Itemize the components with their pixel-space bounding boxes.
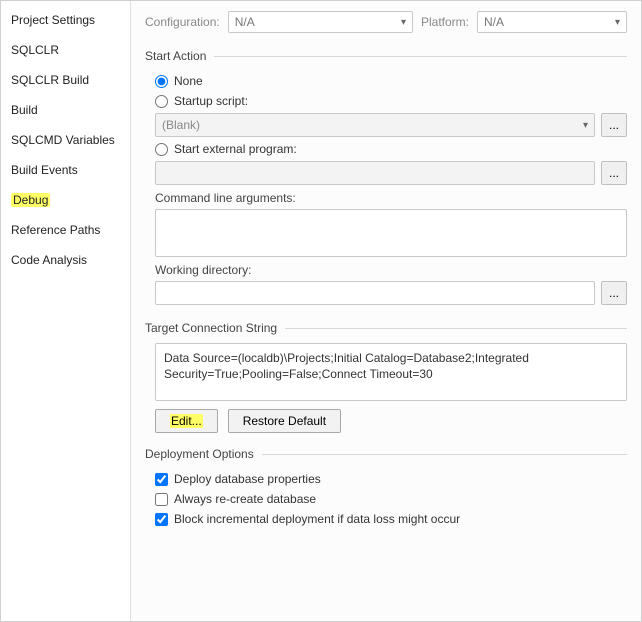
target-connection-title: Target Connection String xyxy=(145,321,627,335)
start-action-title: Start Action xyxy=(145,49,627,63)
startup-script-combo[interactable]: (Blank) ▾ xyxy=(155,113,595,137)
restore-default-button[interactable]: Restore Default xyxy=(228,409,341,433)
workdir-input[interactable] xyxy=(155,281,595,305)
workdir-browse-button[interactable]: ... xyxy=(601,281,627,305)
checkbox-deploy-props-label: Deploy database properties xyxy=(174,472,321,486)
checkbox-block-dataloss-label: Block incremental deployment if data los… xyxy=(174,512,460,526)
configuration-label: Configuration: xyxy=(145,15,220,29)
divider xyxy=(285,328,627,329)
sidebar-item-code-analysis[interactable]: Code Analysis xyxy=(1,245,130,275)
checkbox-recreate[interactable] xyxy=(155,493,168,506)
radio-startup-script-label: Startup script: xyxy=(174,94,248,108)
sidebar-item-label: Debug xyxy=(11,193,50,207)
sidebar-item-sqlclr-build[interactable]: SQLCLR Build xyxy=(1,65,130,95)
settings-window: Project Settings SQLCLR SQLCLR Build Bui… xyxy=(0,0,642,622)
cmdline-input[interactable] xyxy=(155,209,627,257)
start-action-group: Start Action None Startup script: (Blank… xyxy=(145,49,627,307)
sidebar-item-project-settings[interactable]: Project Settings xyxy=(1,5,130,35)
sidebar-item-build[interactable]: Build xyxy=(1,95,130,125)
deployment-options-group: Deployment Options Deploy database prope… xyxy=(145,447,627,529)
workdir-label: Working directory: xyxy=(145,259,627,279)
configuration-value: N/A xyxy=(235,15,255,29)
startup-script-browse-button[interactable]: ... xyxy=(601,113,627,137)
cmdline-label: Command line arguments: xyxy=(145,187,627,207)
radio-external-program[interactable] xyxy=(155,143,168,156)
platform-label: Platform: xyxy=(421,15,469,29)
radio-startup-script[interactable] xyxy=(155,95,168,108)
sidebar-item-reference-paths[interactable]: Reference Paths xyxy=(1,215,130,245)
target-connection-group: Target Connection String Data Source=(lo… xyxy=(145,321,627,433)
checkbox-recreate-label: Always re-create database xyxy=(174,492,316,506)
connection-string-text[interactable]: Data Source=(localdb)\Projects;Initial C… xyxy=(155,343,627,401)
sidebar: Project Settings SQLCLR SQLCLR Build Bui… xyxy=(1,1,131,621)
platform-value: N/A xyxy=(484,15,504,29)
sidebar-item-sqlclr[interactable]: SQLCLR xyxy=(1,35,130,65)
edit-button[interactable]: Edit... xyxy=(155,409,218,433)
external-program-browse-button[interactable]: ... xyxy=(601,161,627,185)
radio-none-label: None xyxy=(174,74,203,88)
configuration-dropdown[interactable]: N/A ▾ xyxy=(228,11,413,33)
external-program-input[interactable] xyxy=(155,161,595,185)
edit-button-label: Edit... xyxy=(170,414,203,428)
chevron-down-icon: ▾ xyxy=(615,17,620,28)
sidebar-item-sqlcmd-variables[interactable]: SQLCMD Variables xyxy=(1,125,130,155)
divider xyxy=(262,454,627,455)
divider xyxy=(214,56,627,57)
radio-none[interactable] xyxy=(155,75,168,88)
checkbox-block-dataloss[interactable] xyxy=(155,513,168,526)
restore-default-label: Restore Default xyxy=(243,414,326,428)
config-row: Configuration: N/A ▾ Platform: N/A ▾ xyxy=(145,11,627,33)
group-title-text: Target Connection String xyxy=(145,321,285,335)
startup-script-value: (Blank) xyxy=(162,118,200,132)
group-title-text: Deployment Options xyxy=(145,447,262,461)
chevron-down-icon: ▾ xyxy=(401,17,406,28)
chevron-down-icon: ▾ xyxy=(583,120,588,131)
main-panel: Configuration: N/A ▾ Platform: N/A ▾ Sta… xyxy=(131,1,641,621)
group-title-text: Start Action xyxy=(145,49,214,63)
platform-dropdown[interactable]: N/A ▾ xyxy=(477,11,627,33)
checkbox-deploy-props[interactable] xyxy=(155,473,168,486)
deployment-options-title: Deployment Options xyxy=(145,447,627,461)
radio-external-program-label: Start external program: xyxy=(174,142,297,156)
sidebar-item-debug[interactable]: Debug xyxy=(1,185,130,215)
sidebar-item-build-events[interactable]: Build Events xyxy=(1,155,130,185)
